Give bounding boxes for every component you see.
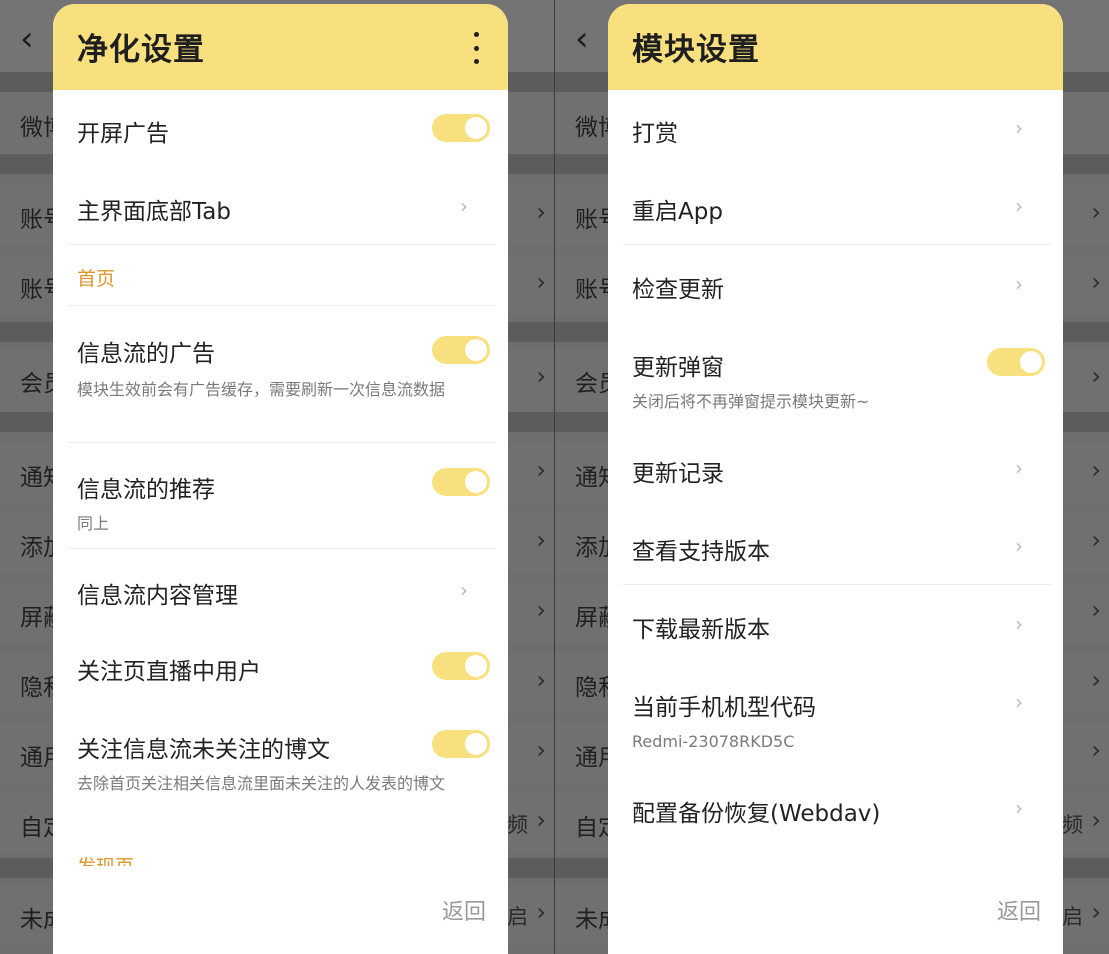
setting-label: 开屏广告 — [77, 121, 169, 147]
setting-reward[interactable]: 打赏 › — [608, 90, 1063, 168]
section-header-discover: 发现页 — [77, 856, 134, 866]
setting-live-users[interactable]: 关注页直播中用户 — [53, 628, 508, 706]
setting-label: 查看支持版本 — [632, 539, 770, 565]
unfollowed-posts-toggle[interactable] — [432, 730, 490, 758]
setting-check-update[interactable]: 检查更新 › — [608, 246, 1063, 324]
setting-splash-ad[interactable]: 开屏广告 — [53, 90, 508, 168]
back-arrow-icon[interactable]: ‹ — [20, 20, 34, 58]
chevron-right-icon: › — [536, 736, 546, 764]
divider — [68, 244, 496, 245]
setting-label: 更新记录 — [632, 461, 724, 487]
setting-label: 重启App — [632, 199, 723, 225]
setting-description: 模块生效前会有广告缓存，需要刷新一次信息流数据 — [77, 380, 446, 399]
feed-recommend-toggle[interactable] — [432, 468, 490, 496]
divider — [623, 244, 1051, 245]
dialog-header: 模块设置 — [608, 4, 1063, 90]
setting-label: 信息流的广告 — [77, 341, 215, 367]
setting-description: 同上 — [77, 514, 110, 533]
setting-description: 去除首页关注相关信息流里面未关注的人发表的博文 — [77, 774, 446, 793]
chevron-right-icon: › — [1091, 806, 1101, 834]
chevron-right-icon: › — [536, 526, 546, 554]
live-users-toggle[interactable] — [432, 652, 490, 680]
chevron-right-icon: › — [1091, 596, 1101, 624]
chevron-right-icon: › — [536, 666, 546, 694]
chevron-right-icon: › — [460, 194, 468, 218]
dialog-title: 净化设置 — [77, 32, 205, 68]
section-header-home: 首页 — [77, 268, 116, 290]
chevron-right-icon: › — [1015, 272, 1023, 296]
setting-supported-versions[interactable]: 查看支持版本 › — [608, 508, 1063, 586]
setting-label: 检查更新 — [632, 277, 724, 303]
more-vertical-icon[interactable] — [472, 32, 480, 64]
setting-label: 关注信息流未关注的博文 — [77, 737, 330, 763]
setting-bottom-tab[interactable]: 主界面底部Tab › — [53, 168, 508, 246]
setting-unfollowed-posts[interactable]: 关注信息流未关注的博文 去除首页关注相关信息流里面未关注的人发表的博文 — [53, 706, 508, 836]
purify-settings-dialog: 净化设置 开屏广告 主界面底部Tab › 首页 信息流的广告 模块生效前会有广告… — [53, 4, 508, 954]
chevron-right-icon: › — [1015, 612, 1023, 636]
module-settings-dialog: 模块设置 打赏 › 重启App › 检查更新 › 更新弹窗 关闭后将不再弹窗提示… — [608, 4, 1063, 954]
chevron-right-icon: › — [536, 362, 546, 390]
setting-label: 打赏 — [632, 121, 678, 147]
back-button[interactable]: 返回 — [997, 894, 1041, 926]
chevron-right-icon: › — [536, 596, 546, 624]
splash-ad-toggle[interactable] — [432, 114, 490, 142]
setting-description: Redmi-23078RKD5C — [632, 732, 795, 751]
chevron-right-icon: › — [1091, 898, 1101, 926]
dialog-header: 净化设置 — [53, 4, 508, 90]
setting-label: 信息流内容管理 — [77, 583, 238, 609]
chevron-right-icon: › — [1015, 456, 1023, 480]
divider — [68, 442, 496, 443]
setting-label: 主界面底部Tab — [77, 199, 231, 225]
update-popup-toggle[interactable] — [987, 348, 1045, 376]
chevron-right-icon: › — [1091, 526, 1101, 554]
chevron-right-icon: › — [1091, 456, 1101, 484]
setting-feed-content[interactable]: 信息流内容管理 › — [53, 550, 508, 628]
chevron-right-icon: › — [1091, 736, 1101, 764]
chevron-right-icon: › — [1015, 690, 1023, 714]
chevron-right-icon: › — [1015, 116, 1023, 140]
chevron-right-icon: › — [536, 268, 546, 296]
divider — [68, 305, 496, 306]
setting-label: 更新弹窗 — [632, 355, 724, 381]
bg-row-value: 频 — [1062, 813, 1083, 837]
setting-description: 关闭后将不再弹窗提示模块更新~ — [632, 392, 870, 411]
back-button[interactable]: 返回 — [442, 894, 486, 926]
setting-label: 配置备份恢复(Webdav) — [632, 801, 881, 827]
dialog-title: 模块设置 — [632, 32, 760, 68]
chevron-right-icon: › — [1091, 666, 1101, 694]
chevron-right-icon: › — [460, 578, 468, 602]
chevron-right-icon: › — [1091, 268, 1101, 296]
bg-row-value: 启 — [507, 905, 528, 929]
chevron-right-icon: › — [536, 456, 546, 484]
back-arrow-icon[interactable]: ‹ — [575, 20, 589, 58]
setting-download-latest[interactable]: 下载最新版本 › — [608, 586, 1063, 664]
setting-update-popup[interactable]: 更新弹窗 关闭后将不再弹窗提示模块更新~ — [608, 324, 1063, 430]
chevron-right-icon: › — [1015, 534, 1023, 558]
chevron-right-icon: › — [536, 806, 546, 834]
chevron-right-icon: › — [1091, 198, 1101, 226]
setting-label: 当前手机机型代码 — [632, 695, 816, 721]
bg-row-value: 启 — [1062, 905, 1083, 929]
chevron-right-icon: › — [536, 198, 546, 226]
setting-feed-recommend[interactable]: 信息流的推荐 同上 — [53, 444, 508, 548]
setting-restart[interactable]: 重启App › — [608, 168, 1063, 246]
feed-ad-toggle[interactable] — [432, 336, 490, 364]
setting-label: 关注页直播中用户 — [77, 659, 261, 685]
setting-device-code[interactable]: 当前手机机型代码 › Redmi-23078RKD5C — [608, 664, 1063, 770]
bg-row-value: 频 — [507, 813, 528, 837]
chevron-right-icon: › — [1015, 194, 1023, 218]
setting-label: 下载最新版本 — [632, 617, 770, 643]
chevron-right-icon: › — [536, 898, 546, 926]
setting-backup-restore[interactable]: 配置备份恢复(Webdav) › — [608, 770, 1063, 848]
chevron-right-icon: › — [1015, 796, 1023, 820]
divider — [623, 584, 1051, 585]
chevron-right-icon: › — [1091, 362, 1101, 390]
setting-feed-ad[interactable]: 信息流的广告 模块生效前会有广告缓存，需要刷新一次信息流数据 — [53, 308, 508, 442]
divider — [68, 548, 496, 549]
setting-changelog[interactable]: 更新记录 › — [608, 430, 1063, 508]
setting-label: 信息流的推荐 — [77, 477, 215, 503]
